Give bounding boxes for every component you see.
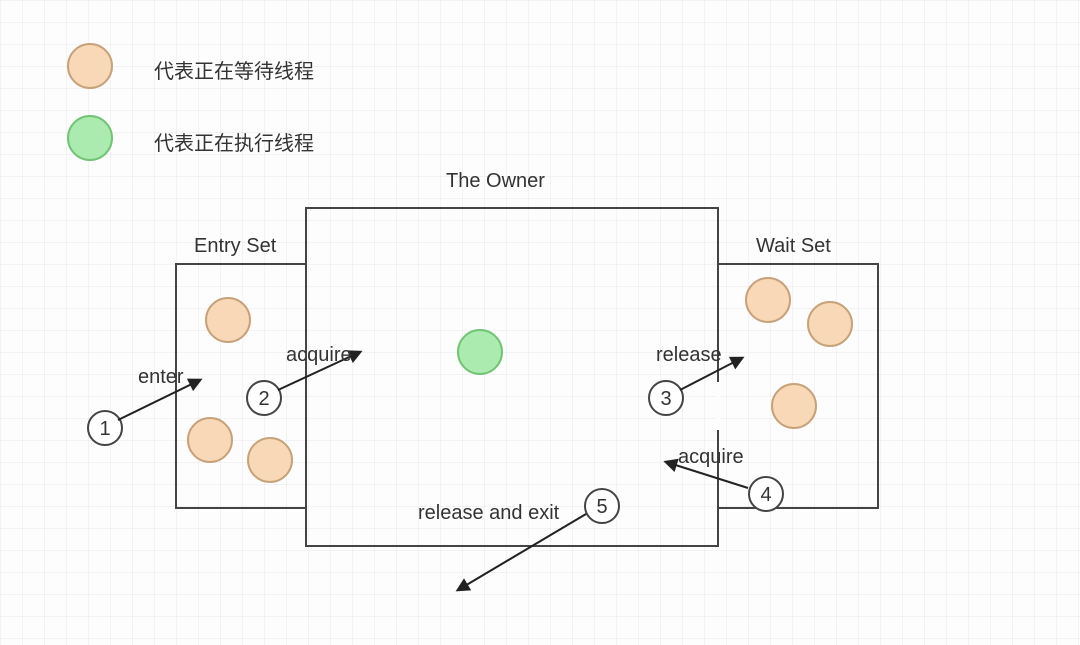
- legend-running-circle: [68, 116, 112, 160]
- wait-thread-a: [746, 278, 790, 322]
- owner-box: [306, 208, 718, 546]
- entry-thread-a: [206, 298, 250, 342]
- wait-thread-c: [772, 384, 816, 428]
- enter-label: enter: [138, 366, 184, 389]
- wait-thread-b: [808, 302, 852, 346]
- marker-1-text: 1: [99, 418, 110, 440]
- owner-title: The Owner: [446, 170, 545, 193]
- marker-3-text: 3: [660, 388, 671, 410]
- acquire-wait-label: acquire: [678, 446, 744, 469]
- marker-4-text: 4: [760, 484, 771, 506]
- legend-waiting-circle: [68, 44, 112, 88]
- entry-thread-b: [188, 418, 232, 462]
- legend-running-label: 代表正在执行线程: [154, 127, 314, 156]
- release-exit-label: release and exit: [418, 502, 559, 525]
- entry-thread-c: [248, 438, 292, 482]
- owner-thread-circle: [458, 330, 502, 374]
- marker-2-text: 2: [258, 388, 269, 410]
- acquire-entry-label: acquire: [286, 344, 352, 367]
- release-wait-label: release: [656, 344, 722, 367]
- marker-5-text: 5: [596, 496, 607, 518]
- legend-waiting-label: 代表正在等待线程: [154, 55, 314, 84]
- wait-title: Wait Set: [756, 235, 831, 258]
- entry-title: Entry Set: [194, 235, 276, 258]
- arrow-release-exit: [458, 514, 586, 590]
